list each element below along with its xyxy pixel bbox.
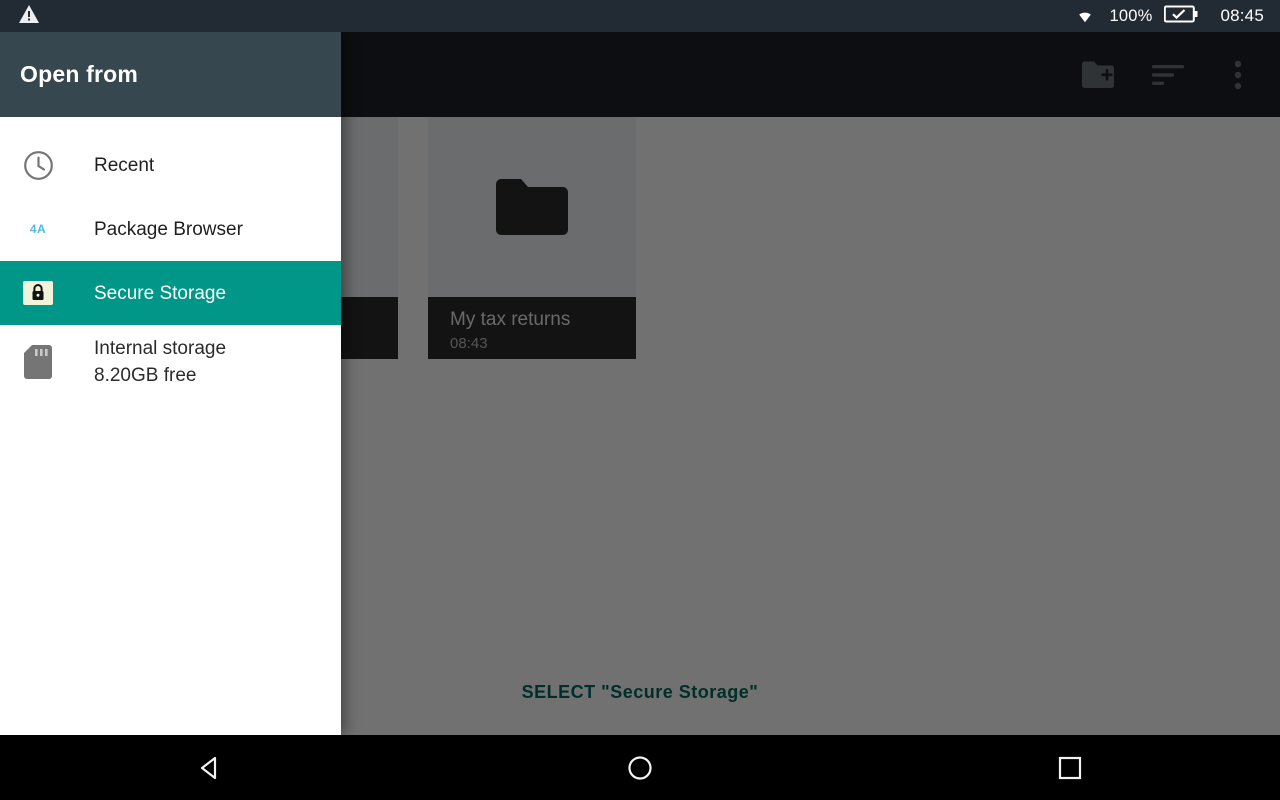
- package-badge-label: 4A: [29, 222, 47, 236]
- home-button[interactable]: [570, 735, 710, 800]
- status-bar-clock: 08:45: [1220, 6, 1264, 25]
- warning-triangle-icon: [18, 4, 40, 29]
- battery-charged-icon: [1164, 5, 1198, 28]
- drawer-item-text: Package Browser: [94, 217, 243, 242]
- drawer-item-text: Recent: [94, 153, 154, 178]
- recents-button[interactable]: [1000, 735, 1140, 800]
- navigation-drawer: Open from Recent 4A Package Browser Secu…: [0, 32, 341, 735]
- package-4a-icon: 4A: [18, 222, 58, 236]
- status-bar-left: [18, 4, 40, 29]
- status-bar-right: 100% 08:45: [1073, 5, 1264, 28]
- back-button[interactable]: [140, 735, 280, 800]
- drawer-item-sublabel: 8.20GB free: [94, 365, 197, 386]
- recents-square-icon: [1058, 756, 1082, 779]
- wifi-icon: [1073, 5, 1097, 28]
- status-bar: 100% 08:45: [0, 0, 1280, 32]
- drawer-title: Open from: [20, 61, 139, 87]
- drawer-header: Open from: [0, 32, 341, 117]
- drawer-list: Recent 4A Package Browser Secure Storage…: [0, 133, 341, 399]
- drawer-item-label: Internal storage: [94, 338, 227, 359]
- home-circle-icon: [628, 755, 652, 780]
- drawer-item-secure-storage[interactable]: Secure Storage: [0, 261, 341, 325]
- sd-card-icon: [18, 345, 58, 379]
- drawer-item-label: Recent: [94, 154, 155, 176]
- drawer-item-internal-storage[interactable]: Internal storage 8.20GB free: [0, 325, 341, 399]
- drawer-item-label: Package Browser: [94, 218, 243, 240]
- drawer-item-text: Secure Storage: [94, 281, 226, 306]
- android-screen: 100% 08:45 Open from Recent 4A Package B…: [0, 0, 1280, 800]
- drawer-item-package-browser[interactable]: 4A Package Browser: [0, 197, 341, 261]
- back-triangle-icon: [200, 756, 217, 779]
- clock-icon: [18, 150, 58, 181]
- drawer-item-recent[interactable]: Recent: [0, 133, 341, 197]
- drawer-item-text: Internal storage 8.20GB free: [94, 335, 226, 389]
- drawer-item-label: Secure Storage: [94, 282, 227, 304]
- system-navigation-bar: [0, 735, 1280, 800]
- lock-icon: [18, 280, 58, 306]
- battery-percent-label: 100%: [1109, 6, 1153, 25]
